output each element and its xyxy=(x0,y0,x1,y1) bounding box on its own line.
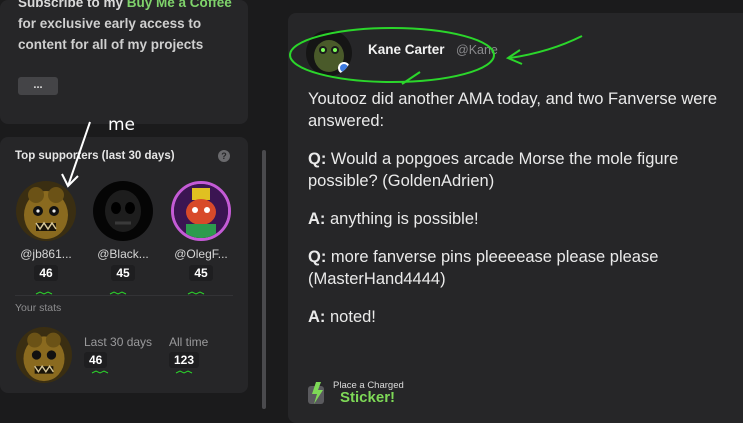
supporter-count: 46 xyxy=(34,265,58,281)
post-intro: Youtooz did another AMA today, and two F… xyxy=(308,90,718,130)
promo-line: for exclusive early access to content fo… xyxy=(18,16,204,52)
help-icon[interactable]: ? xyxy=(218,150,230,162)
colorful-character-avatar xyxy=(171,181,231,241)
promo-card: Subscribe to my Buy Me a Coffee for excl… xyxy=(0,0,248,124)
supporter-item[interactable]: @Black... 45 xyxy=(91,181,155,282)
sticker-big-label: Sticker! xyxy=(340,389,396,406)
stat-value: 46 xyxy=(84,352,108,368)
qa-line: A: anything is possible! xyxy=(308,208,743,230)
qa-prefix: Q: xyxy=(308,248,327,266)
supporter-count: 45 xyxy=(189,265,213,281)
author-avatar[interactable] xyxy=(306,30,352,76)
post-body: Youtooz did another AMA today, and two F… xyxy=(308,88,743,344)
qa-prefix: Q: xyxy=(308,150,327,168)
stats-divider xyxy=(15,295,233,296)
your-stats-label: Your stats xyxy=(15,302,62,314)
author-handle[interactable]: @Kane xyxy=(456,43,498,57)
top-supporters-title: Top supporters (last 30 days) xyxy=(15,150,175,162)
supporter-count: 45 xyxy=(111,265,135,281)
stat-label: All time xyxy=(169,335,209,349)
supporter-name: @OlegF... xyxy=(174,247,228,261)
qa-text: noted! xyxy=(325,308,376,326)
more-button[interactable]: ... xyxy=(18,77,58,95)
qa-prefix: A: xyxy=(308,210,326,228)
qa-text: Would a popgoes arcade Morse the mole fi… xyxy=(308,150,679,190)
buy-me-a-coffee-link[interactable]: Buy Me a Coffee xyxy=(127,0,232,10)
dark-skull-avatar xyxy=(93,181,153,241)
supporter-item[interactable]: @OlegF... 45 xyxy=(169,181,233,282)
qa-line: Q: more fanverse pins pleeeease please p… xyxy=(308,246,743,290)
qa-prefix: A: xyxy=(308,308,326,326)
top-supporters-card: Top supporters (last 30 days) ? @jb861..… xyxy=(0,137,248,393)
qa-line: Q: Would a popgoes arcade Morse the mole… xyxy=(308,148,743,192)
supporter-name: @jb861... xyxy=(20,247,72,261)
qa-line: A: noted! xyxy=(308,306,743,328)
promo-line: Subscribe to my xyxy=(18,0,127,10)
stat-all-time: All time 123 xyxy=(169,335,208,368)
qa-text: more fanverse pins pleeeease please plea… xyxy=(308,248,659,288)
supporter-item[interactable]: @jb861... 46 xyxy=(14,181,78,282)
scrollbar[interactable] xyxy=(262,150,266,409)
stat-value: 123 xyxy=(169,352,200,368)
sticker-icon xyxy=(308,382,324,404)
qa-text: anything is possible! xyxy=(325,210,479,228)
supporter-name: @Black... xyxy=(97,247,149,261)
stat-label: Last 30 days xyxy=(84,335,153,349)
stat-last-30-days: Last 30 days 46 xyxy=(84,335,152,368)
author-name[interactable]: Kane Carter xyxy=(368,42,445,57)
charged-sticker-button[interactable]: Place a Charged Sticker! xyxy=(306,380,404,408)
golden-animatronic-avatar xyxy=(16,181,76,241)
my-avatar xyxy=(16,327,72,383)
